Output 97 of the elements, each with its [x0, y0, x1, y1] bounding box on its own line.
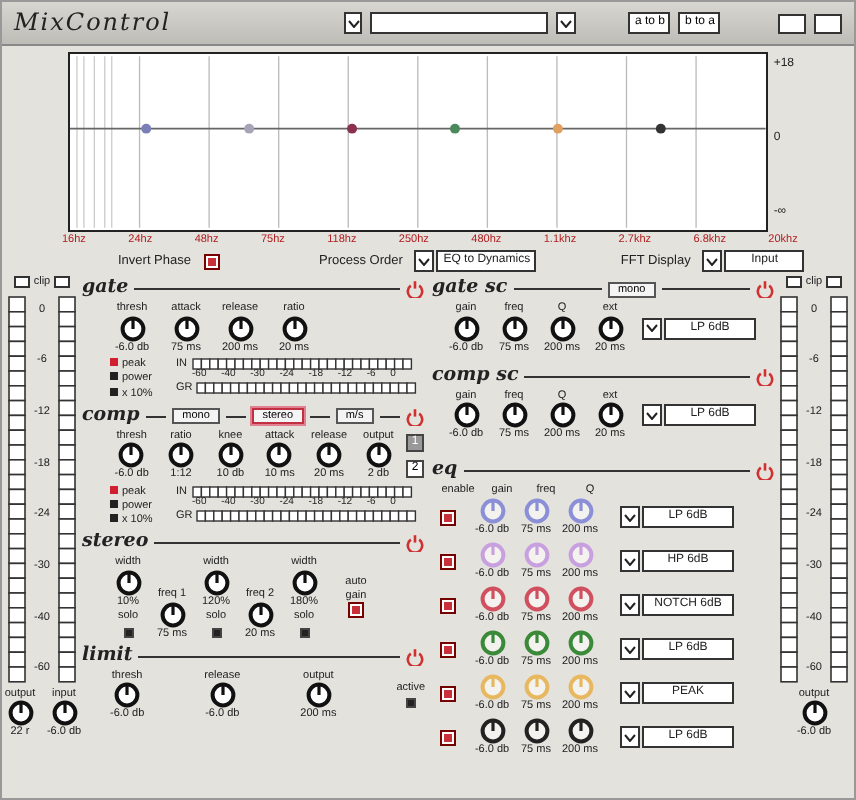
- power-icon[interactable]: [756, 461, 774, 480]
- knob[interactable]: [203, 569, 229, 596]
- section-title: stereo: [82, 532, 149, 555]
- power-icon[interactable]: [406, 648, 424, 667]
- caret-icon: [706, 257, 719, 266]
- knob[interactable]: [453, 315, 479, 342]
- caret-icon: [646, 411, 658, 420]
- power-icon[interactable]: [756, 367, 774, 386]
- caret-icon: [624, 689, 636, 698]
- power-icon[interactable]: [406, 534, 424, 553]
- dropdown-button[interactable]: [642, 404, 662, 427]
- band-handle[interactable]: [347, 123, 357, 134]
- knob[interactable]: [7, 699, 33, 726]
- eq-curve-graph[interactable]: [68, 52, 768, 232]
- caret-icon: [347, 19, 360, 27]
- caret-icon: [624, 557, 636, 566]
- preset-field[interactable]: [370, 12, 549, 34]
- knob[interactable]: [227, 315, 253, 342]
- knob[interactable]: [291, 569, 317, 596]
- dropdown-button[interactable]: [620, 594, 640, 617]
- enable-checkbox[interactable]: [440, 509, 456, 526]
- band-handle[interactable]: [655, 123, 666, 134]
- clip-indicator: [826, 276, 843, 289]
- dropdown-button[interactable]: [343, 12, 363, 34]
- dropdown-button[interactable]: [620, 682, 640, 705]
- band-handle[interactable]: [450, 123, 460, 134]
- knob[interactable]: [549, 315, 575, 342]
- knob[interactable]: [118, 442, 145, 469]
- invert-phase-checkbox[interactable]: [203, 253, 219, 270]
- caret-icon: [560, 19, 573, 27]
- dropdown-button[interactable]: [702, 250, 723, 273]
- knob[interactable]: [523, 718, 549, 745]
- section-title: gate: [82, 278, 129, 301]
- knob[interactable]: [217, 442, 244, 469]
- solo-checkbox[interactable]: [299, 627, 309, 638]
- enable-checkbox[interactable]: [440, 641, 456, 658]
- knob[interactable]: [281, 315, 307, 342]
- band-handle[interactable]: [244, 123, 255, 134]
- knob[interactable]: [51, 699, 77, 726]
- power-icon[interactable]: [406, 407, 425, 426]
- knob[interactable]: [453, 402, 479, 429]
- clip-indicator: [785, 276, 802, 289]
- dropdown-button[interactable]: [620, 638, 640, 661]
- caret-icon: [624, 601, 636, 610]
- enable-checkbox[interactable]: [440, 685, 456, 702]
- knob[interactable]: [597, 402, 623, 429]
- enable-checkbox[interactable]: [440, 553, 456, 570]
- knob[interactable]: [209, 682, 236, 709]
- power-icon[interactable]: [756, 280, 774, 299]
- window-button[interactable]: [778, 13, 807, 33]
- caret-icon: [646, 324, 658, 333]
- knob[interactable]: [168, 442, 194, 469]
- knob[interactable]: [159, 601, 185, 628]
- dropdown-button[interactable]: [556, 12, 576, 34]
- caret-icon: [624, 733, 636, 742]
- section-title: limit: [82, 646, 133, 669]
- section-title: gate sc: [432, 278, 508, 301]
- active-checkbox[interactable]: [405, 698, 416, 709]
- knob[interactable]: [114, 682, 141, 709]
- knob[interactable]: [266, 442, 293, 469]
- knob[interactable]: [501, 402, 527, 429]
- clip-indicator: [54, 276, 71, 289]
- enable-checkbox[interactable]: [440, 729, 456, 746]
- knob[interactable]: [316, 442, 343, 469]
- section-title: eq: [432, 459, 458, 482]
- auto-gain-checkbox[interactable]: [348, 602, 364, 619]
- dropdown-button[interactable]: [642, 317, 662, 340]
- window-button[interactable]: [814, 13, 843, 33]
- band-handle[interactable]: [141, 123, 152, 134]
- dropdown-button[interactable]: [414, 250, 435, 273]
- section-title: comp sc: [432, 365, 519, 388]
- knob[interactable]: [597, 315, 623, 342]
- caret-icon: [624, 645, 636, 654]
- caret-icon: [418, 257, 431, 266]
- power-icon[interactable]: [406, 280, 424, 299]
- section-title: comp: [82, 405, 140, 428]
- dropdown-button[interactable]: [620, 550, 640, 573]
- window-title: MixControl: [14, 9, 174, 37]
- knob[interactable]: [801, 699, 827, 726]
- knob[interactable]: [305, 682, 332, 709]
- knob[interactable]: [567, 718, 593, 745]
- knob[interactable]: [173, 315, 199, 342]
- knob[interactable]: [479, 718, 505, 745]
- caret-icon: [624, 513, 636, 522]
- knob[interactable]: [549, 402, 575, 429]
- knob[interactable]: [247, 601, 273, 628]
- knob[interactable]: [365, 442, 392, 469]
- solo-checkbox[interactable]: [123, 627, 133, 638]
- knob[interactable]: [501, 315, 527, 342]
- dropdown-button[interactable]: [620, 506, 640, 529]
- dropdown-button[interactable]: [620, 726, 640, 749]
- clip-indicator: [13, 276, 30, 289]
- enable-checkbox[interactable]: [440, 597, 456, 614]
- band-handle[interactable]: [552, 123, 563, 134]
- knob[interactable]: [119, 315, 145, 342]
- knob[interactable]: [115, 569, 141, 596]
- solo-checkbox[interactable]: [211, 627, 221, 638]
